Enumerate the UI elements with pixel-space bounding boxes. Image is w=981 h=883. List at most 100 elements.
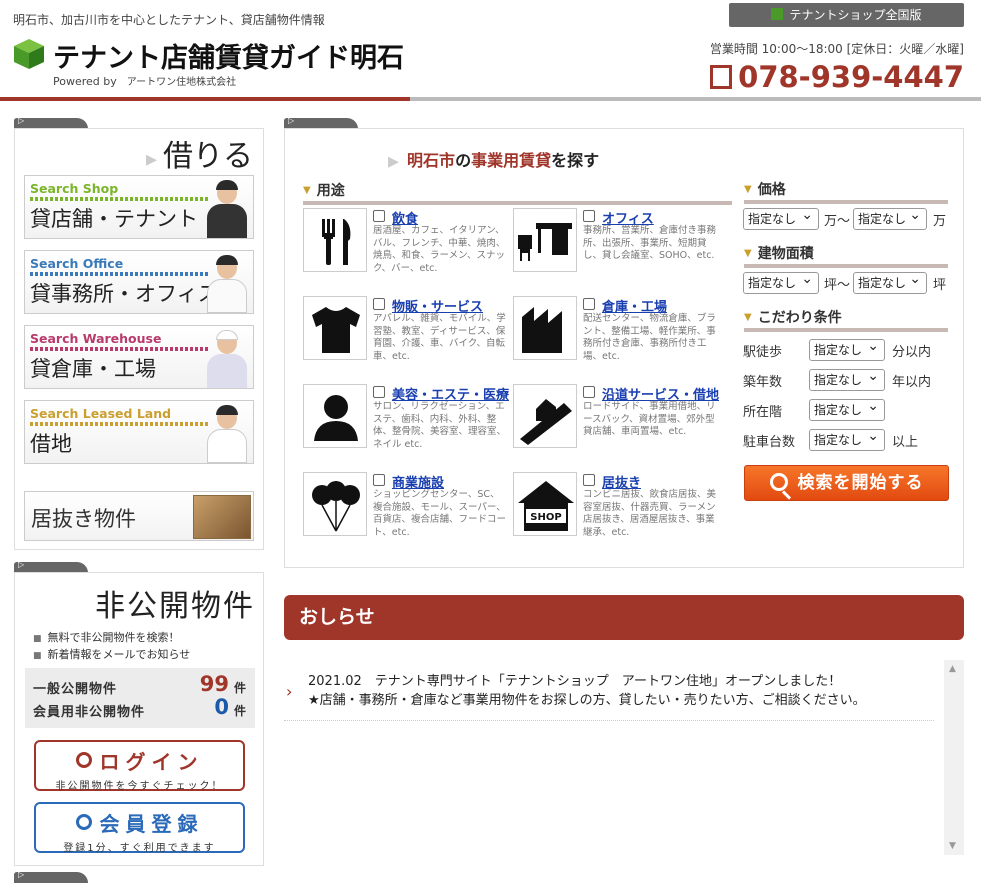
use-checkbox[interactable] [583, 474, 595, 486]
station-walk-select[interactable]: 指定なし [809, 336, 885, 361]
category-inuki[interactable]: 居抜き物件 [24, 491, 254, 541]
category-shop[interactable]: Search Shop 貸店舗・テナント [24, 175, 254, 239]
use-checkbox[interactable] [373, 474, 385, 486]
news-heading: おしらせ [284, 595, 964, 640]
category-jp-label: 借地 [30, 432, 72, 456]
price-heading: 価格 [744, 179, 948, 204]
scroll-down-icon: ▼ [949, 841, 956, 851]
price-max-select[interactable]: 指定なし [853, 205, 927, 230]
use-heading: 用途 [303, 180, 732, 205]
use-item: 美容・エステ・医療 サロン、リラクゼーション、エステ、歯科、内科、外科、整体、整… [303, 384, 509, 454]
cube-logo-icon [14, 39, 44, 69]
general-count-label: 一般公開物件 [33, 682, 118, 697]
category-office[interactable]: Search Office 貸事務所・オフィス [24, 250, 254, 314]
use-item: 飲食 居酒屋、カフェ、イタリアン、バル、フレンチ、中華、焼肉、焼鳥、和食、ラーメ… [303, 208, 508, 278]
staff-photo [203, 403, 251, 463]
desk-icon [513, 208, 577, 272]
use-description: 居酒屋、カフェ、イタリアン、バル、フレンチ、中華、焼肉、焼鳥、和食、ラーメン、ス… [373, 225, 506, 274]
use-description: サロン、リラクゼーション、エステ、歯科、内科、外科、整体、整骨院、美容室、理容室… [373, 401, 507, 450]
use-checkbox[interactable] [583, 298, 595, 310]
phone-number[interactable]: 078-939-4447 [710, 60, 964, 94]
cube-icon [771, 8, 784, 20]
news-list[interactable]: 2021.02 テナント専門サイト「テナントショップ アートワン住地」オープンし… [284, 660, 964, 855]
condition-label: 所在階 [743, 405, 783, 420]
price-min-select[interactable]: 指定なし [743, 205, 819, 230]
category-en-label: Search Warehouse [30, 331, 162, 346]
property-counts: 一般公開物件 99 件 会員用非公開物件 0 件 [25, 668, 255, 728]
member-count-label: 会員用非公開物件 [33, 705, 146, 720]
phone-icon [710, 65, 733, 89]
use-item: 倉庫・工場 配送センター、物流倉庫、ブラント、整備工場、軽作業所、事務所付き倉庫… [513, 296, 718, 366]
company-name: アートワン住地株式会社 [126, 77, 237, 88]
use-item: 物販・サービス アパレル、雑貨、モバイル、学習塾、教室、ディサービス、保育園、介… [303, 296, 508, 366]
business-hours: 営業時間 10:00～18:00 [定休日：火曜／水曜] [709, 42, 964, 56]
balloons-icon [303, 472, 367, 536]
use-checkbox[interactable] [373, 210, 385, 222]
area-min-select[interactable]: 指定なし [743, 269, 819, 294]
panel-tab [14, 870, 88, 883]
rent-title: 借りる [146, 131, 253, 175]
staff-photo [203, 178, 251, 238]
category-jp-label: 貸倉庫・工場 [30, 357, 156, 381]
site-logo[interactable]: テナント店舗賃貸ガイド明石 Powered by アートワン住地株式会社 [13, 36, 413, 92]
building-age-select[interactable]: 指定なし [809, 366, 885, 391]
search-panel: 明石市の事業用賃貸を探す 用途 飲食 居酒屋、カフェ、イタリアン、バル、フレンチ… [284, 128, 964, 568]
private-panel: 非公開物件 無料で非公開物件を検索！ 新着情報をメールでお知らせ 一般公開物件 … [14, 572, 264, 866]
tshirt-icon [303, 296, 367, 360]
use-checkbox[interactable] [373, 386, 385, 398]
member-count: 0 [214, 695, 229, 719]
search-button[interactable]: 検索を開始する [744, 465, 949, 501]
use-description: 配送センター、物流倉庫、ブラント、整備工場、軽作業所、事務所付き倉庫、事務所付き… [583, 313, 716, 362]
category-warehouse[interactable]: Search Warehouse 貸倉庫・工場 [24, 325, 254, 389]
scroll-up-icon: ▲ [949, 664, 956, 674]
interior-photo [193, 495, 251, 539]
conditions-heading: こだわり条件 [744, 307, 948, 332]
news-scrollbar[interactable]: ▲ ▼ [944, 660, 964, 855]
fork-knife-icon [303, 208, 367, 272]
rent-panel: 借りる Search Shop 貸店舗・テナント Search Office 貸… [14, 128, 264, 550]
area-heading: 建物面積 [744, 243, 948, 268]
factory-icon [513, 296, 577, 360]
category-en-label: Search Leased Land [30, 406, 172, 421]
news-item: 2021.02 テナント専門サイト「テナントショップ アートワン住地」オープンし… [284, 672, 934, 721]
private-bullet: 無料で非公開物件を検索！ [33, 629, 180, 645]
condition-label: 築年数 [743, 375, 783, 390]
category-en-label: Search Shop [30, 181, 119, 196]
use-item: SHOP 居抜き コンビニ居抜、飲食店居抜、美容室居抜、什器売買、ラーメン店居抜… [513, 472, 718, 542]
use-description: ショッピングセンター、SC、複合施設、モール、スーパー、百貨店、複合店舗、フード… [373, 489, 507, 538]
floor-select[interactable]: 指定なし [809, 396, 885, 421]
shop-icon: SHOP [513, 472, 577, 536]
use-description: ロードサイド、事業用借地、リースバック、資材置場、郊外型貸店舗、車両置場、etc… [583, 401, 716, 437]
staff-photo [203, 253, 251, 313]
category-jp-label: 貸店舗・テナント [30, 207, 198, 231]
site-tagline: 明石市、加古川市を中心としたテナント、貸店舗物件情報 [13, 13, 325, 27]
national-site-button[interactable]: テナントショップ全国版 [729, 3, 964, 27]
use-item: 沿道サービス・借地 ロードサイド、事業用借地、リースバック、資材置場、郊外型貸店… [513, 384, 719, 454]
use-description: 事務所、営業所、倉庫付き事務所、出張所、事業所、短期貸し、貸し会議室、SOHO、… [583, 225, 717, 261]
use-description: アパレル、雑貨、モバイル、学習塾、教室、ディサービス、保育園、介護、車、バイク、… [373, 313, 506, 362]
use-checkbox[interactable] [583, 386, 595, 398]
person-icon [303, 384, 367, 448]
use-checkbox[interactable] [583, 210, 595, 222]
category-jp-label: 貸事務所・オフィス [30, 282, 219, 306]
register-button[interactable]: 会員登録 登録1分、すぐ利用できます [34, 802, 245, 854]
use-item: 商業施設 ショッピングセンター、SC、複合施設、モール、スーパー、百貨店、複合店… [303, 472, 508, 542]
use-description: コンビニ居抜、飲食店居抜、美容室居抜、什器売買、ラーメン店居抜き、居酒屋居抜き、… [583, 489, 717, 538]
condition-label: 駐車台数 [743, 435, 796, 450]
condition-label: 駅徒歩 [743, 345, 783, 360]
svg-text:SHOP: SHOP [530, 512, 561, 523]
general-count: 99 [199, 672, 229, 696]
road-house-icon [513, 384, 577, 448]
use-checkbox[interactable] [373, 298, 385, 310]
login-button[interactable]: ログイン 非公開物件を今すぐチェック！ [34, 740, 245, 792]
private-title: 非公開物件 [95, 589, 255, 624]
inuki-label: 居抜き物件 [31, 507, 136, 531]
search-title: 明石市の事業用賃貸を探す [388, 147, 599, 174]
powered-by: Powered by アートワン住地株式会社 [53, 75, 237, 88]
use-item: オフィス 事務所、営業所、倉庫付き事務所、出張所、事業所、短期貸し、貸し会議室、… [513, 208, 718, 278]
parking-select[interactable]: 指定なし [809, 426, 885, 451]
category-en-label: Search Office [30, 256, 124, 271]
area-max-select[interactable]: 指定なし [853, 269, 927, 294]
category-land[interactable]: Search Leased Land 借地 [24, 400, 254, 464]
logo-text: テナント店舗賃貸ガイド明石 [53, 43, 404, 74]
